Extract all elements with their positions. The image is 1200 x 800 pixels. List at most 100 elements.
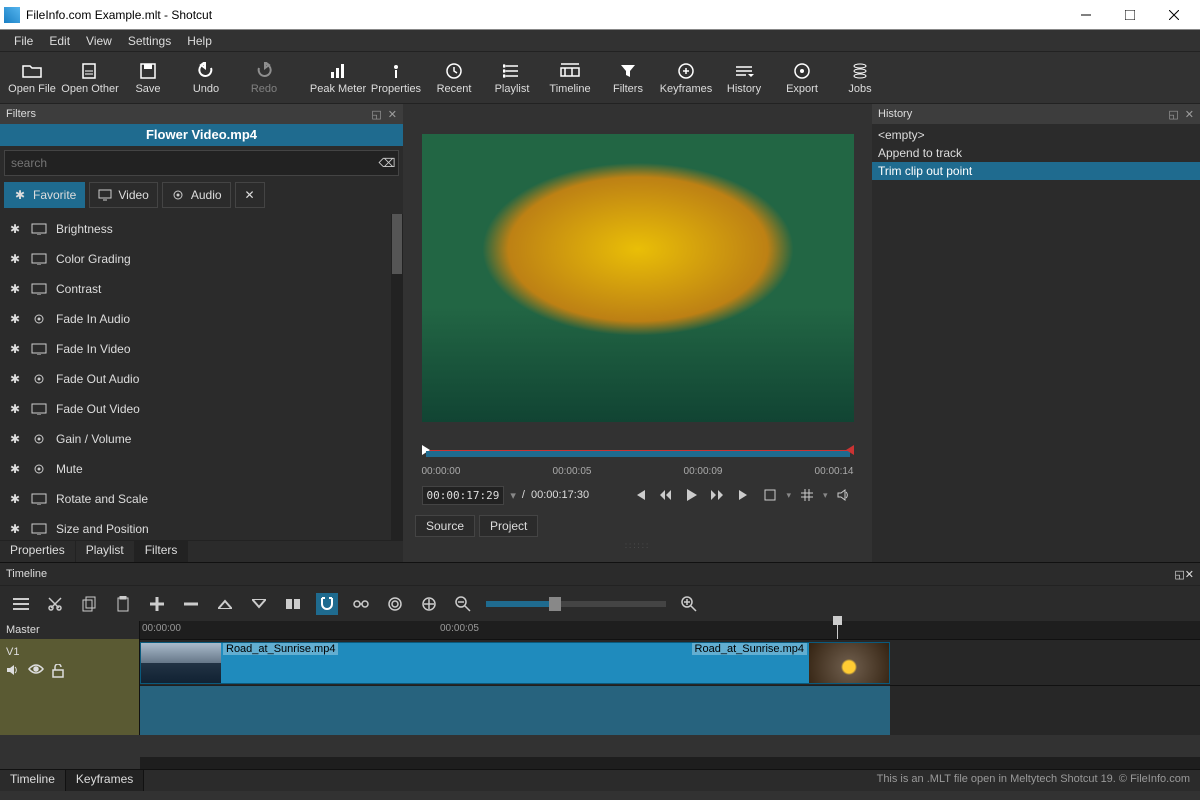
play-button[interactable] — [682, 485, 702, 505]
history-item[interactable]: <empty> — [872, 126, 1200, 144]
ripple-icon[interactable] — [384, 593, 406, 615]
zoom-slider-knob[interactable] — [549, 597, 561, 611]
undock-icon[interactable]: ◱ — [371, 108, 381, 121]
grid-button[interactable] — [797, 485, 817, 505]
save-button[interactable]: Save — [120, 54, 176, 102]
tab-project[interactable]: Project — [479, 515, 538, 537]
clear-search-icon[interactable]: ⌫ — [376, 156, 398, 170]
filters-button[interactable]: Filters — [600, 54, 656, 102]
master-track-head[interactable]: Master — [0, 621, 140, 639]
skip-prev-button[interactable] — [630, 485, 650, 505]
undock-icon[interactable]: ◱ — [1174, 568, 1184, 581]
filter-item[interactable]: ✱Fade In Video — [0, 334, 403, 364]
filter-item[interactable]: ✱Color Grading — [0, 244, 403, 274]
close-panel-icon[interactable]: ✕ — [1185, 108, 1194, 121]
subtab-properties[interactable]: Properties — [0, 541, 76, 562]
filter-search-input[interactable] — [5, 156, 376, 170]
recent-button[interactable]: Recent — [426, 54, 482, 102]
close-filter-list-button[interactable]: ✕ — [235, 182, 265, 208]
close-button[interactable] — [1152, 1, 1196, 29]
overwrite-icon[interactable] — [248, 593, 270, 615]
scrub-audio-icon[interactable] — [350, 593, 372, 615]
keyframes-button[interactable]: Keyframes — [658, 54, 714, 102]
menu-view[interactable]: View — [78, 32, 120, 50]
source-project-tabs: Source Project — [415, 515, 538, 537]
video-preview[interactable] — [422, 134, 854, 422]
subtab-playlist[interactable]: Playlist — [76, 541, 135, 562]
tab-audio[interactable]: Audio — [162, 182, 231, 208]
scrub-bar[interactable] — [422, 450, 854, 464]
snap-icon[interactable] — [316, 593, 338, 615]
open-other-button[interactable]: Open Other — [62, 54, 118, 102]
v1-track-content[interactable]: Road_at_Sunrise.mp4 Road_at_Sunrise.mp4 — [140, 639, 1200, 685]
tab-source[interactable]: Source — [415, 515, 475, 537]
volume-button[interactable] — [834, 485, 854, 505]
undock-icon[interactable]: ◱ — [1168, 108, 1178, 121]
playlist-button[interactable]: Playlist — [484, 54, 540, 102]
hide-track-icon[interactable] — [28, 664, 44, 678]
filter-item[interactable]: ✱Rotate and Scale — [0, 484, 403, 514]
paste-icon[interactable] — [112, 593, 134, 615]
copy-icon[interactable] — [78, 593, 100, 615]
tab-video[interactable]: Video — [89, 182, 157, 208]
playhead[interactable] — [837, 621, 838, 639]
export-button[interactable]: Export — [774, 54, 830, 102]
history-item[interactable]: Trim clip out point — [872, 162, 1200, 180]
tab-favorite[interactable]: ✱Favorite — [4, 182, 85, 208]
scrollbar-thumb[interactable] — [392, 214, 402, 274]
menu-help[interactable]: Help — [179, 32, 220, 50]
remove-icon[interactable] — [180, 593, 202, 615]
bottom-tab-timeline[interactable]: Timeline — [0, 770, 66, 791]
jobs-button[interactable]: Jobs — [832, 54, 888, 102]
minimize-button[interactable] — [1064, 1, 1108, 29]
zoom-in-icon[interactable] — [678, 593, 700, 615]
split-icon[interactable] — [282, 593, 304, 615]
filter-item[interactable]: ✱Fade Out Video — [0, 394, 403, 424]
scrollbar[interactable] — [391, 214, 403, 540]
ripple-all-icon[interactable] — [418, 593, 440, 615]
lift-icon[interactable] — [214, 593, 236, 615]
close-panel-icon[interactable]: ✕ — [1185, 568, 1194, 581]
v1-track-head[interactable]: V1 — [0, 639, 140, 685]
timecode-current[interactable]: 00:00:17:29 — [422, 486, 505, 505]
filter-item[interactable]: ✱Mute — [0, 454, 403, 484]
timeline-ruler[interactable]: 00:00:00 00:00:05 — [140, 621, 1200, 639]
timeline-scrollbar[interactable] — [140, 757, 1200, 769]
subtab-filters[interactable]: Filters — [135, 541, 189, 562]
maximize-button[interactable] — [1108, 1, 1152, 29]
filter-item[interactable]: ✱Size and Position — [0, 514, 403, 540]
filter-item[interactable]: ✱Fade In Audio — [0, 304, 403, 334]
drag-handle[interactable]: :::::: — [625, 541, 650, 550]
bottom-tab-keyframes[interactable]: Keyframes — [66, 770, 144, 791]
menu-settings[interactable]: Settings — [120, 32, 179, 50]
zoom-out-icon[interactable] — [452, 593, 474, 615]
close-panel-icon[interactable]: ✕ — [388, 108, 397, 121]
rewind-button[interactable] — [656, 485, 676, 505]
properties-button[interactable]: Properties — [368, 54, 424, 102]
history-button[interactable]: History — [716, 54, 772, 102]
menu-edit[interactable]: Edit — [41, 32, 78, 50]
menu-file[interactable]: File — [6, 32, 41, 50]
mute-track-icon[interactable] — [6, 664, 20, 678]
skip-next-button[interactable] — [734, 485, 754, 505]
zoom-slider[interactable] — [486, 601, 666, 607]
lock-track-icon[interactable] — [52, 664, 64, 678]
timeline-button[interactable]: Timeline — [542, 54, 598, 102]
timeline-clip[interactable]: Road_at_Sunrise.mp4 Road_at_Sunrise.mp4 — [140, 642, 890, 684]
zoom-fit-button[interactable] — [760, 485, 780, 505]
add-icon[interactable] — [146, 593, 168, 615]
filter-item[interactable]: ✱Contrast — [0, 274, 403, 304]
peak-meter-button[interactable]: Peak Meter — [310, 54, 366, 102]
filter-item[interactable]: ✱Fade Out Audio — [0, 364, 403, 394]
track-head-empty[interactable] — [0, 685, 140, 735]
forward-button[interactable] — [708, 485, 728, 505]
redo-button[interactable]: Redo — [236, 54, 292, 102]
filter-item[interactable]: ✱Brightness — [0, 214, 403, 244]
undo-button[interactable]: Undo — [178, 54, 234, 102]
menu-icon[interactable] — [10, 593, 32, 615]
history-item[interactable]: Append to track — [872, 144, 1200, 162]
filter-item[interactable]: ✱Gain / Volume — [0, 424, 403, 454]
cut-icon[interactable] — [44, 593, 66, 615]
empty-track-content[interactable] — [140, 685, 890, 735]
open-file-button[interactable]: Open File — [4, 54, 60, 102]
